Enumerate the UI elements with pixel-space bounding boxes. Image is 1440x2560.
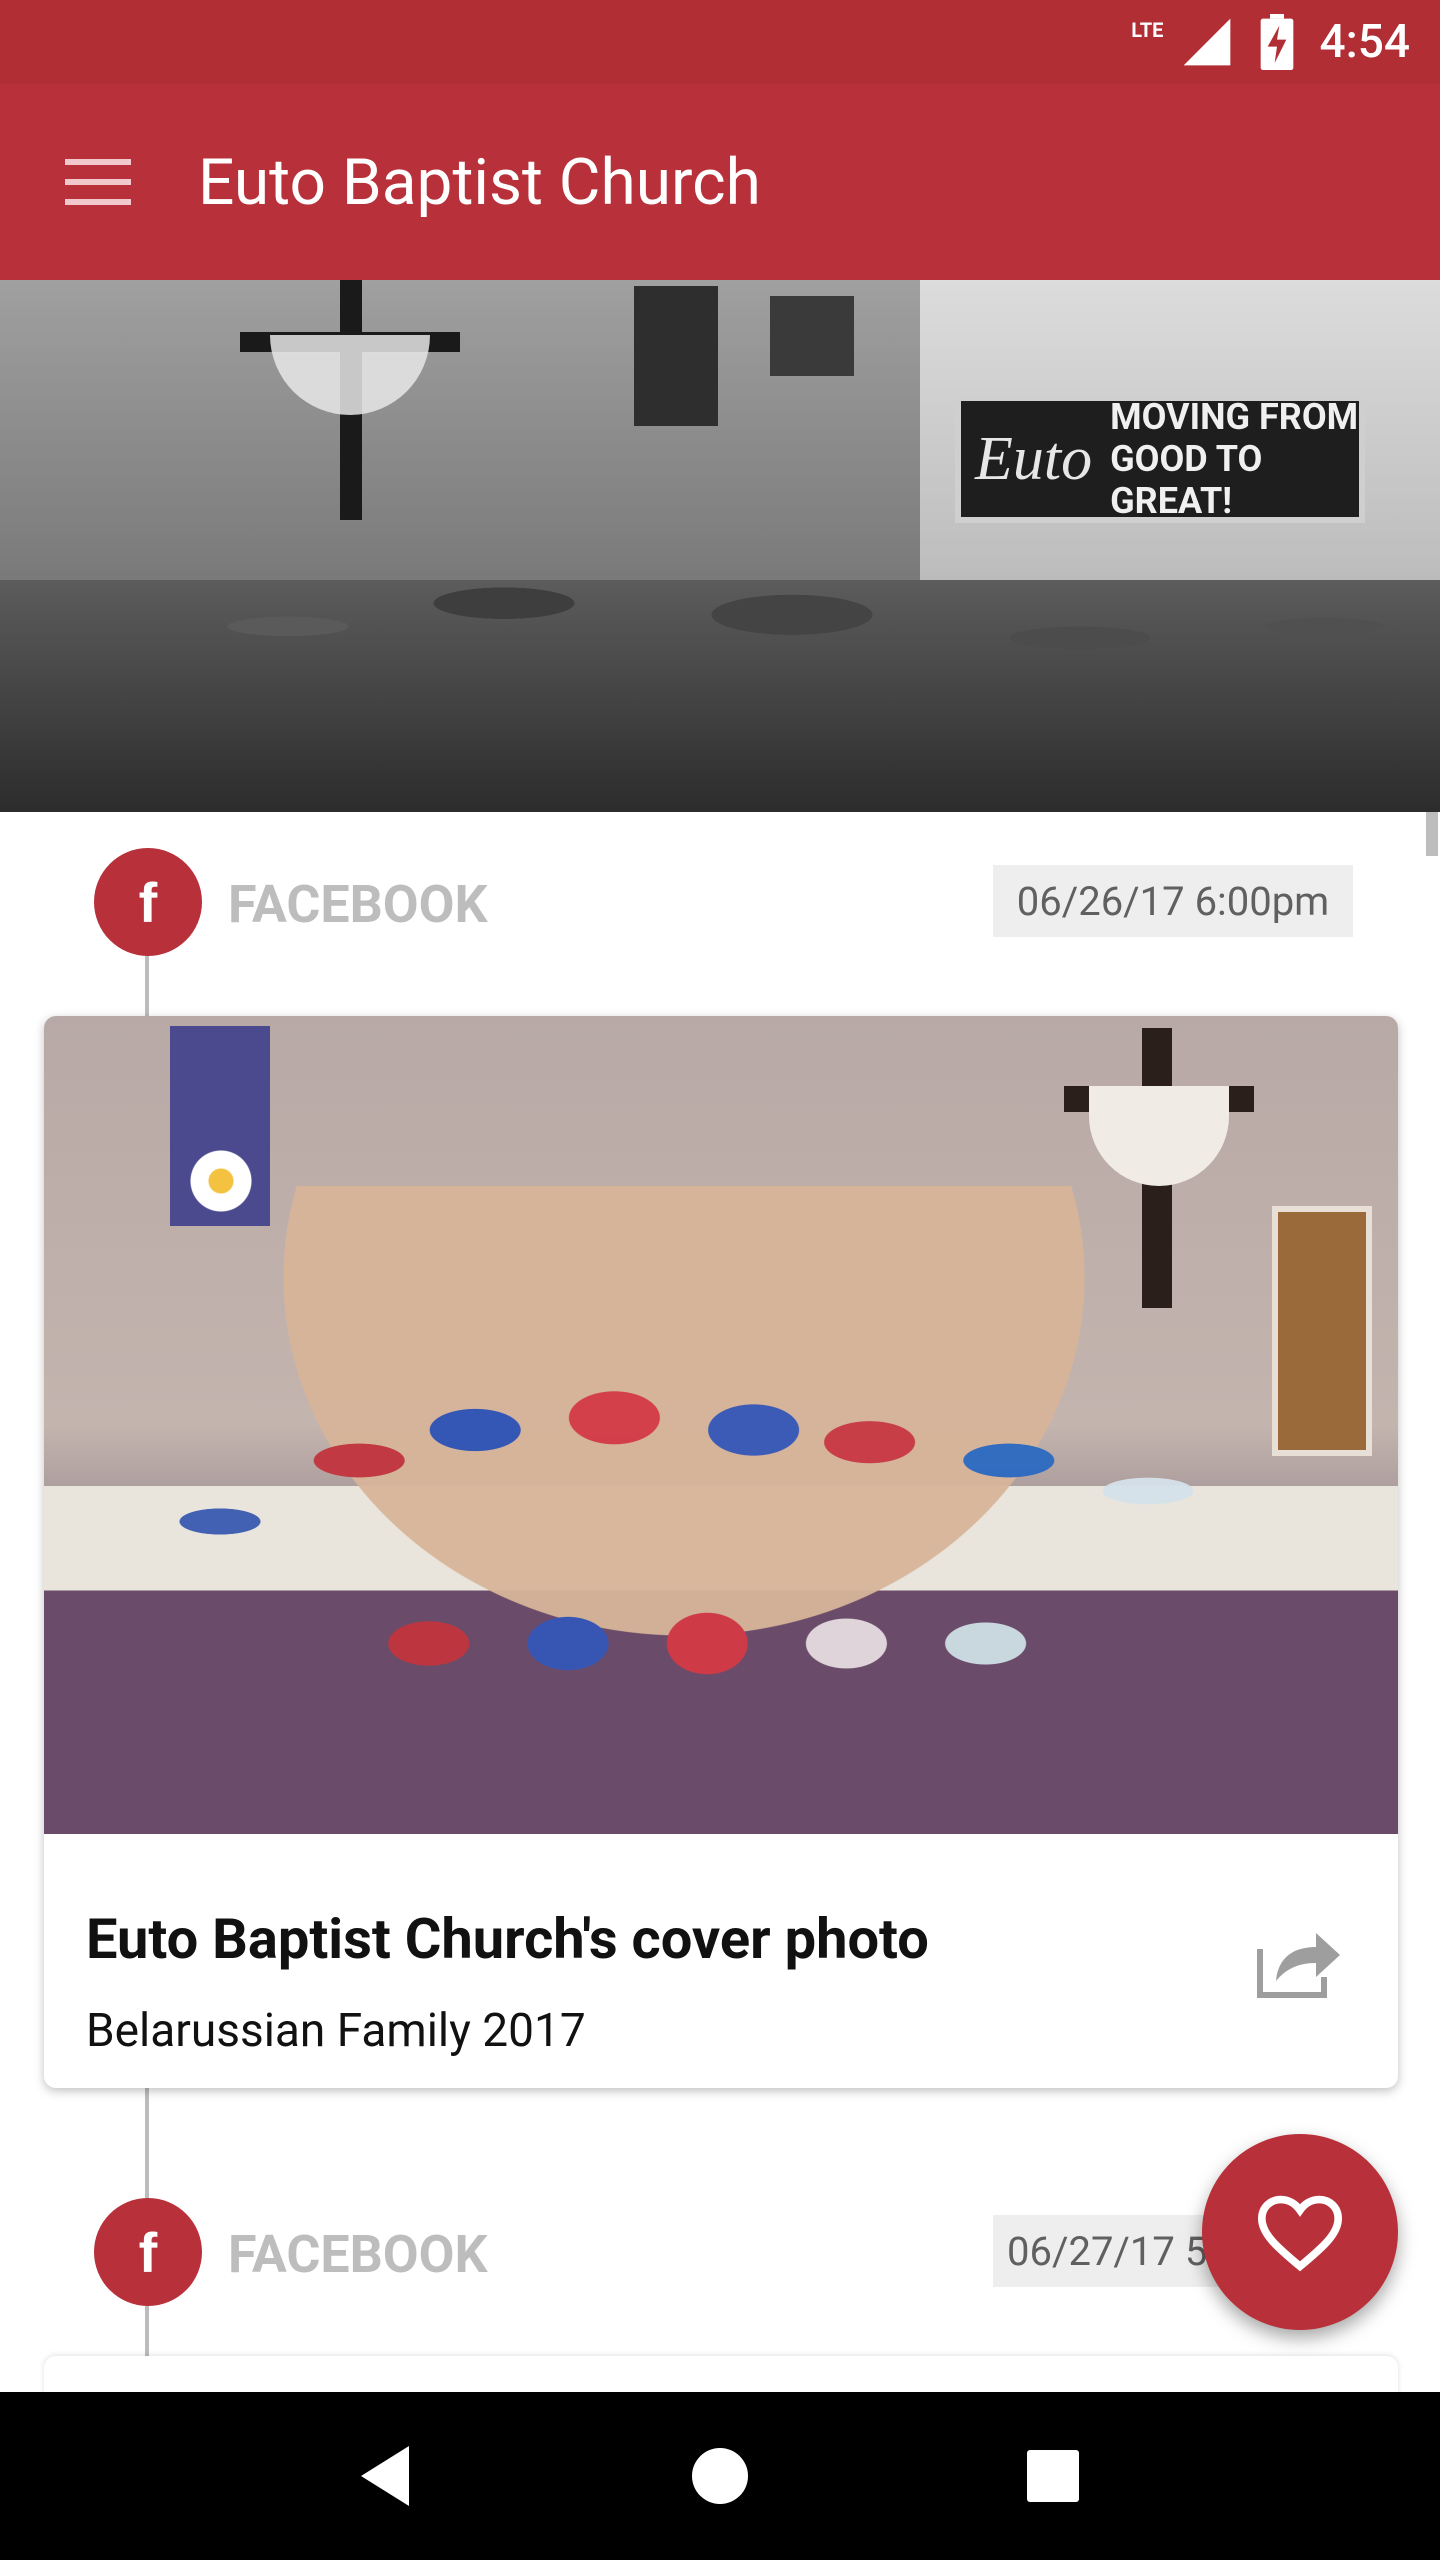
timeline-line: [145, 2300, 149, 2360]
hero-sign-text: MOVING FROM GOOD TO GREAT!: [1110, 396, 1359, 522]
lte-signal-icon: [1179, 14, 1235, 70]
status-bar: LTE 4:54: [0, 0, 1440, 84]
hero-sign-logo: Euto: [975, 424, 1093, 493]
facebook-icon-letter: f: [138, 2220, 158, 2284]
post-image-door: [1272, 1206, 1372, 1456]
battery-charging-icon: [1257, 14, 1297, 70]
post-card[interactable]: Euto Baptist Church's cover photo Belaru…: [44, 1016, 1398, 2088]
facebook-icon: f: [94, 2198, 202, 2306]
timeline-line: [145, 950, 149, 1020]
back-icon: [360, 2446, 409, 2506]
clock: 4:54: [1319, 15, 1410, 69]
post-date: 06/26/17 6:00pm: [993, 865, 1353, 937]
facebook-icon: f: [94, 848, 202, 956]
post-body: Euto Baptist Church's cover photo Belaru…: [44, 1834, 1398, 2088]
recents-button[interactable]: [993, 2416, 1113, 2536]
timeline-line: [145, 2088, 149, 2198]
post-header: f FACEBOOK 06/26/17 6:00pm: [0, 848, 1440, 958]
app-bar: Euto Baptist Church: [0, 84, 1440, 280]
share-icon: [1257, 1933, 1340, 1998]
recents-icon: [1027, 2450, 1080, 2502]
favorite-fab-button[interactable]: [1202, 2134, 1398, 2330]
hero-image: Euto MOVING FROM GOOD TO GREAT!: [0, 280, 1440, 812]
hamburger-menu-icon: [65, 159, 131, 205]
back-button[interactable]: [327, 2416, 447, 2536]
post-subtitle: Belarussian Family 2017: [86, 2004, 586, 2058]
hero-crowd: [0, 580, 1440, 812]
post-image[interactable]: [44, 1016, 1398, 1834]
hero-banner: [634, 286, 718, 426]
share-button[interactable]: [1244, 1906, 1354, 2016]
post-image-group: [104, 1186, 1264, 1796]
app-title: Euto Baptist Church: [198, 144, 761, 220]
system-nav-bar: [0, 2392, 1440, 2560]
post-source-label: FACEBOOK: [228, 874, 488, 935]
lte-label: LTE: [1131, 18, 1164, 42]
home-button[interactable]: [660, 2416, 780, 2536]
post-title: Euto Baptist Church's cover photo: [86, 1906, 929, 1972]
post-image-drape: [1089, 1086, 1229, 1186]
hero-banner: [770, 296, 854, 376]
heart-icon: [1257, 2195, 1343, 2272]
screen: LTE 4:54 Euto Baptist Church Euto MOVING…: [0, 0, 1440, 2560]
post-source-label: FACEBOOK: [228, 2224, 488, 2285]
home-icon: [691, 2448, 748, 2504]
hero-sign: Euto MOVING FROM GOOD TO GREAT!: [955, 395, 1365, 523]
menu-button[interactable]: [38, 122, 158, 242]
facebook-icon-letter: f: [138, 870, 158, 934]
